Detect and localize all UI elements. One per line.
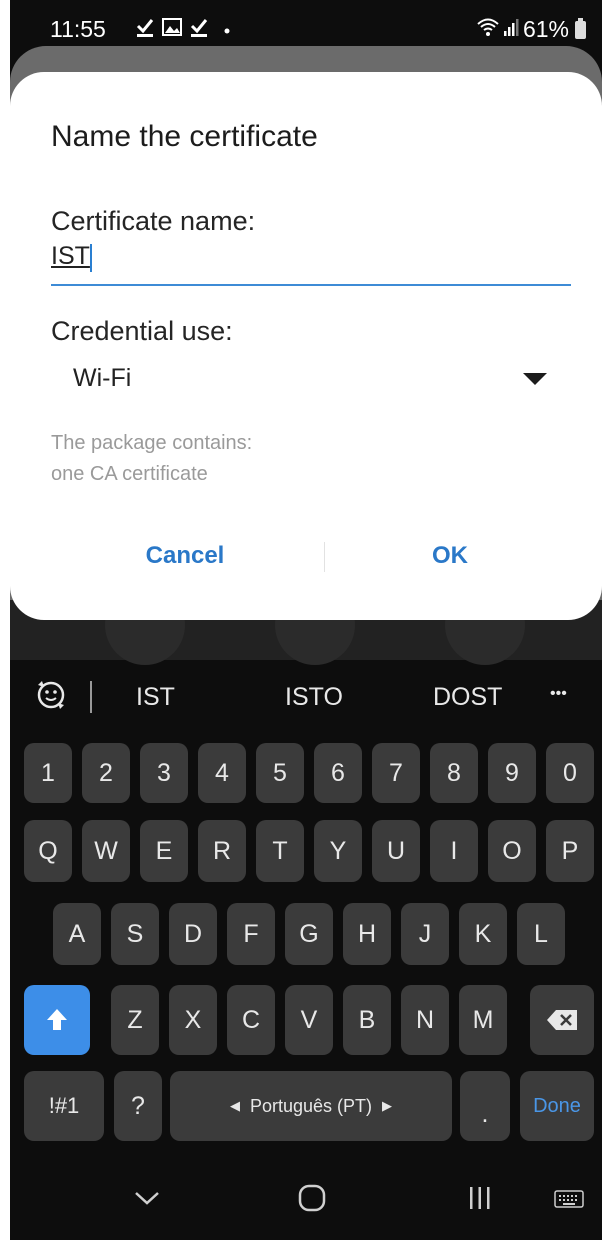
key-w[interactable]: W [82, 820, 130, 882]
key-4[interactable]: 4 [198, 743, 246, 803]
key-l[interactable]: L [517, 903, 565, 965]
certificate-name-label: Certificate name: [51, 206, 256, 236]
key-o[interactable]: O [488, 820, 536, 882]
dot-icon [224, 18, 230, 45]
backspace-key[interactable] [530, 985, 594, 1055]
cancel-button[interactable]: Cancel [90, 542, 280, 576]
chevron-right-icon: ▶ [382, 1098, 393, 1113]
space-language-label: Português (PT) [249, 1095, 373, 1116]
download-done-icon [136, 16, 154, 44]
package-info-line: one CA certificate [51, 463, 208, 485]
battery-icon [575, 17, 586, 39]
key-v[interactable]: V [285, 985, 333, 1055]
image-icon [162, 16, 182, 43]
certificate-name-input[interactable]: IST [51, 240, 571, 286]
key-z[interactable]: Z [111, 985, 159, 1055]
status-bar: 11:55 61% [10, 0, 602, 52]
dropdown-arrow-icon [523, 373, 547, 385]
emoji-sticker-icon[interactable] [34, 677, 68, 720]
key-h[interactable]: H [343, 903, 391, 965]
download-done-icon [190, 16, 208, 44]
text-caret [90, 244, 92, 272]
package-info-line: The package contains: [51, 432, 253, 454]
credential-use-dropdown[interactable]: Wi-Fi [51, 352, 571, 400]
symbols-key[interactable]: !#1 [24, 1071, 104, 1141]
key-f[interactable]: F [227, 903, 275, 965]
ok-button[interactable]: OK [370, 542, 530, 576]
key-2[interactable]: 2 [82, 743, 130, 803]
key-s[interactable]: S [111, 903, 159, 965]
key-p[interactable]: P [546, 820, 594, 882]
credential-use-value: Wi-Fi [73, 364, 132, 392]
button-divider [324, 542, 325, 572]
period-key[interactable]: . [460, 1071, 510, 1141]
key-9[interactable]: 9 [488, 743, 536, 803]
suggestion-bar: IST ISTO DOST ••• [10, 665, 602, 725]
recents-icon[interactable] [468, 1186, 492, 1215]
status-time: 11:55 [50, 16, 106, 42]
key-0[interactable]: 0 [546, 743, 594, 803]
backspace-icon [547, 1010, 577, 1030]
name-certificate-dialog: Name the certificate Certificate name: I… [10, 72, 602, 620]
key-x[interactable]: X [169, 985, 217, 1055]
key-e[interactable]: E [140, 820, 188, 882]
key-c[interactable]: C [227, 985, 275, 1055]
battery-percent: 61% [522, 16, 569, 42]
key-q[interactable]: Q [24, 820, 72, 882]
key-6[interactable]: 6 [314, 743, 362, 803]
key-y[interactable]: Y [314, 820, 362, 882]
suggestion-item[interactable]: DOST [433, 683, 502, 712]
hide-keyboard-icon[interactable] [134, 1190, 160, 1211]
package-info: The package contains: one CA certificate [51, 428, 252, 490]
key-b[interactable]: B [343, 985, 391, 1055]
key-i[interactable]: I [430, 820, 478, 882]
done-key[interactable]: Done [520, 1071, 594, 1141]
key-g[interactable]: G [285, 903, 333, 965]
credential-use-label: Credential use: [51, 316, 233, 346]
key-d[interactable]: D [169, 903, 217, 965]
key-u[interactable]: U [372, 820, 420, 882]
shift-key[interactable] [24, 985, 90, 1055]
key-7[interactable]: 7 [372, 743, 420, 803]
chevron-left-icon: ◀ [229, 1098, 240, 1113]
phone-screen: 11:55 61% Name the certificate Certifica… [10, 0, 602, 1240]
key-j[interactable]: J [401, 903, 449, 965]
key-1[interactable]: 1 [24, 743, 72, 803]
key-5[interactable]: 5 [256, 743, 304, 803]
key-n[interactable]: N [401, 985, 449, 1055]
suggestion-divider [90, 681, 92, 713]
signal-icon [503, 16, 519, 43]
key-k[interactable]: K [459, 903, 507, 965]
keyboard-switch-icon[interactable] [554, 1190, 584, 1213]
suggestion-item[interactable]: IST [136, 683, 175, 712]
key-t[interactable]: T [256, 820, 304, 882]
status-right-group: 61% [477, 16, 586, 43]
key-a[interactable]: A [53, 903, 101, 965]
certificate-name-value: IST [51, 242, 90, 270]
suggestion-item[interactable]: ISTO [285, 683, 343, 712]
key-8[interactable]: 8 [430, 743, 478, 803]
key-3[interactable]: 3 [140, 743, 188, 803]
navigation-bar [10, 1170, 602, 1240]
home-icon[interactable] [298, 1184, 326, 1217]
shift-arrow-icon [47, 1009, 67, 1030]
wifi-icon [477, 16, 499, 43]
key-r[interactable]: R [198, 820, 246, 882]
dialog-title: Name the certificate [51, 120, 318, 153]
question-key[interactable]: ? [114, 1071, 162, 1141]
space-key[interactable]: ◀ Português (PT) ▶ [170, 1071, 452, 1141]
key-m[interactable]: M [459, 985, 507, 1055]
more-suggestions-button[interactable]: ••• [550, 685, 567, 703]
